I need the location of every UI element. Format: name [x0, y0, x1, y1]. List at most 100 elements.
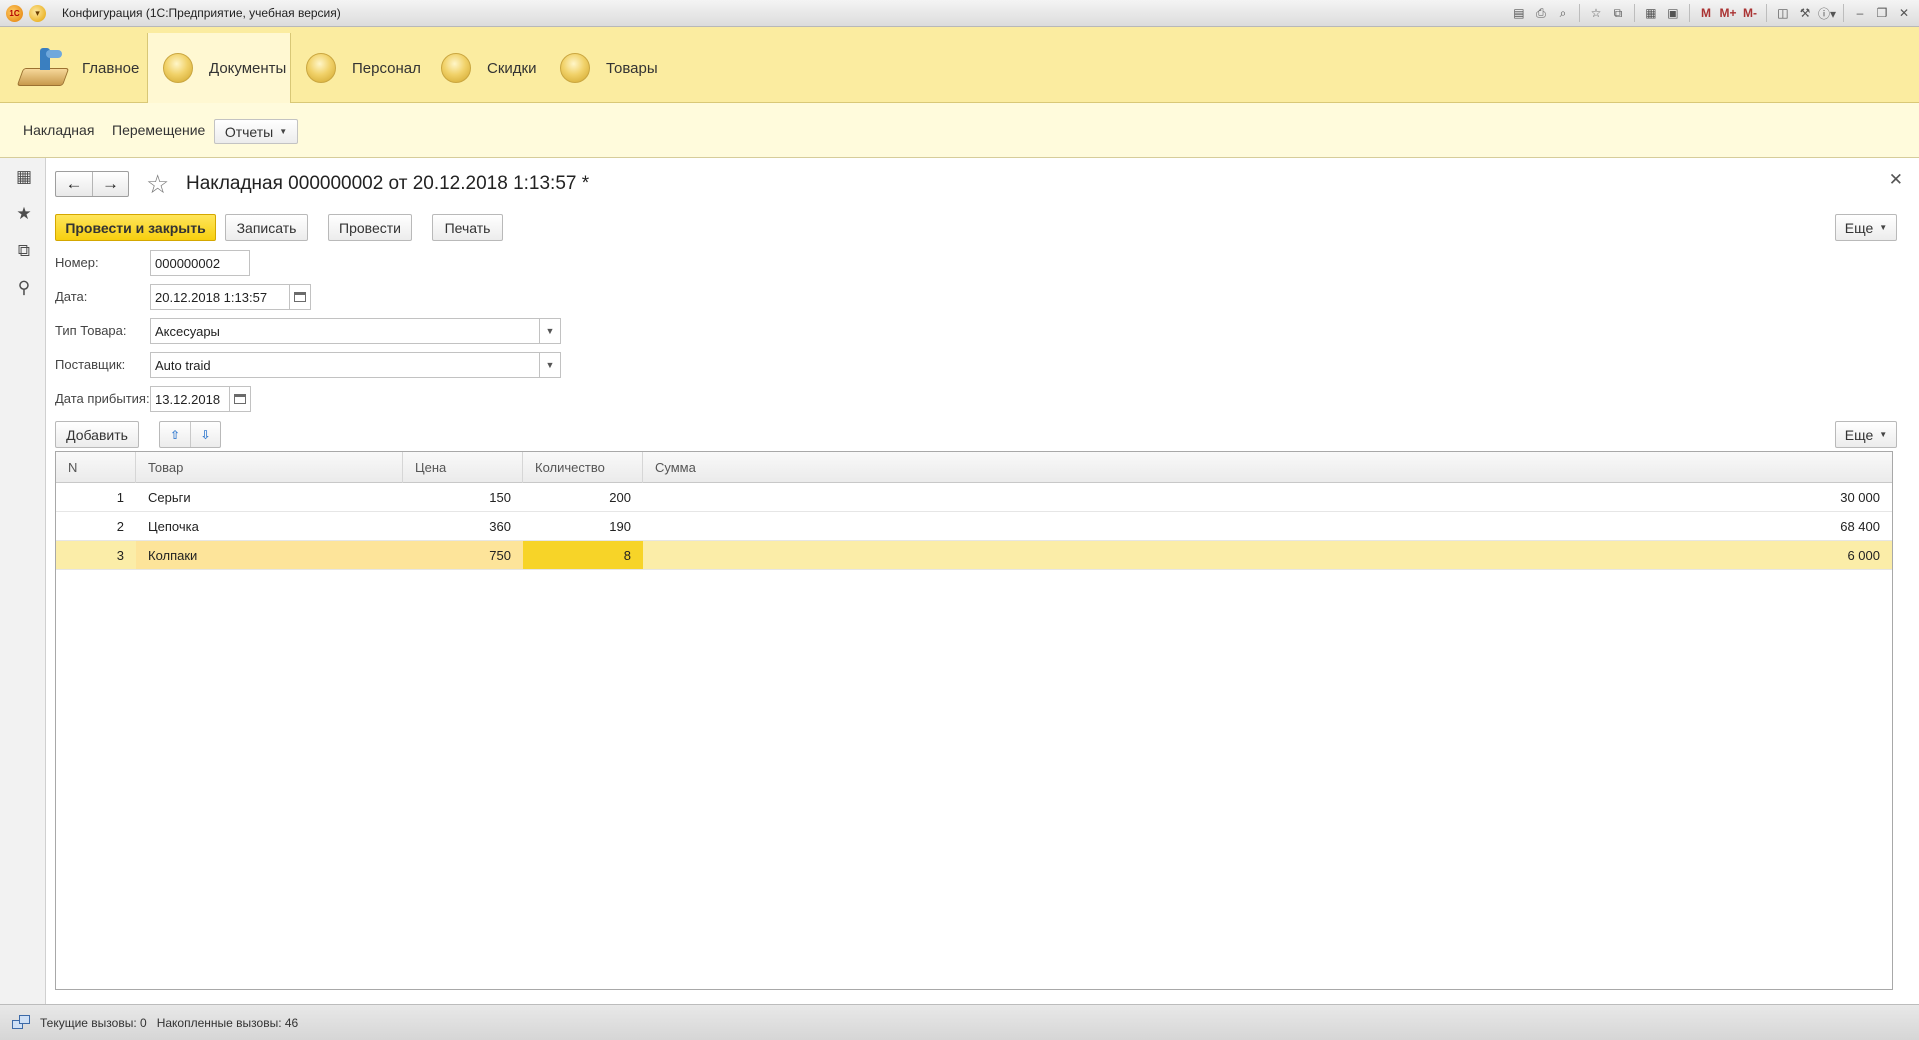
section-label: Документы	[209, 59, 287, 77]
app-logo-icon: 1С	[6, 4, 23, 22]
move-up-icon[interactable]: ⇧	[160, 422, 190, 447]
calendar-picker-button[interactable]	[289, 284, 311, 310]
product-type-dropdown-button[interactable]: ▼	[539, 318, 561, 344]
calendar-icon	[234, 394, 246, 404]
number-field[interactable]: 000000002	[150, 250, 250, 276]
post-and-close-button[interactable]: Провести и закрыть	[55, 214, 216, 241]
cell-sum: 68 400	[1840, 518, 1880, 534]
calendar-icon	[294, 292, 306, 302]
calendar-icon[interactable]: ▣	[1664, 3, 1682, 23]
preview-icon[interactable]: ⌕	[1554, 3, 1572, 23]
server-calls-icon[interactable]	[12, 1014, 32, 1032]
tools-icon[interactable]: ⚒	[1796, 3, 1814, 23]
chevron-down-icon: ▼	[279, 127, 288, 136]
move-down-icon[interactable]: ⇩	[190, 422, 220, 447]
table-row[interactable]: 1 Серьги 150 200 30 000	[56, 483, 1892, 512]
cell-price[interactable]: 150	[403, 483, 523, 511]
chevron-down-icon: ▼	[1879, 223, 1888, 232]
panels-icon[interactable]: ◫	[1774, 3, 1792, 23]
window-titlebar: 1С ▾ Конфигурация (1С:Предприятие, учебн…	[0, 0, 1919, 27]
search-icon[interactable]: ⚲	[14, 278, 34, 298]
table-more-button[interactable]: Еще ▼	[1835, 421, 1897, 448]
close-form-icon[interactable]: ✕	[1889, 170, 1903, 190]
table-row-selected[interactable]: 3 Колпаки 750 8 6 000	[56, 541, 1892, 570]
goods-table[interactable]: N Товар Цена Количество Сумма 1 Серьги 1…	[55, 451, 1893, 990]
back-arrow-icon[interactable]: ←	[56, 172, 92, 196]
cell-item[interactable]: Цепочка	[136, 512, 403, 540]
toolbar-divider	[1765, 4, 1767, 22]
memory-button[interactable]: M	[1697, 3, 1715, 23]
save-icon[interactable]: ▤	[1510, 3, 1528, 23]
cell-sum: 6 000	[1847, 547, 1880, 563]
section-label: Персонал	[352, 59, 421, 77]
cell-quantity[interactable]: 190	[523, 512, 643, 540]
cell-item[interactable]: Серьги	[136, 483, 403, 511]
cell-item[interactable]: Колпаки	[136, 541, 403, 569]
print-icon[interactable]: ⎙	[1532, 3, 1550, 23]
link-icon[interactable]: ⧉	[1609, 3, 1627, 23]
table-row[interactable]: 2 Цепочка 360 190 68 400	[56, 512, 1892, 541]
supplier-field[interactable]: Auto traid	[150, 352, 546, 378]
calculator-icon[interactable]: ▦	[1642, 3, 1660, 23]
cell-n: 3	[116, 547, 124, 563]
cell-quantity-current[interactable]: 8	[523, 541, 643, 569]
history-icon[interactable]: ⧉	[14, 241, 34, 261]
section-documents[interactable]: Документы	[147, 33, 291, 103]
cell-quantity[interactable]: 200	[523, 483, 643, 511]
section-orb-icon	[560, 53, 590, 83]
reports-label: Отчеты	[224, 123, 274, 140]
column-header-quantity[interactable]: Количество	[523, 452, 643, 483]
favorites-add-icon[interactable]: ☆	[1587, 3, 1605, 23]
section-personnel[interactable]: Персонал	[306, 33, 421, 103]
toolbar-divider	[1633, 4, 1635, 22]
cell-n: 1	[116, 489, 124, 505]
main-menu-icon[interactable]: ▾	[29, 4, 46, 22]
favorites-star-icon[interactable]: ★	[14, 204, 34, 224]
section-discounts[interactable]: Скидки	[441, 33, 536, 103]
column-header-item[interactable]: Товар	[136, 452, 403, 483]
chevron-down-icon: ▼	[545, 326, 555, 336]
post-button[interactable]: Провести	[328, 214, 412, 241]
favorite-star-icon[interactable]: ☆	[146, 171, 169, 197]
form-title: Накладная 000000002 от 20.12.2018 1:13:5…	[186, 173, 590, 194]
section-orb-icon	[163, 53, 193, 83]
more-button[interactable]: Еще ▼	[1835, 214, 1897, 241]
column-header-n[interactable]: N	[56, 452, 136, 483]
column-header-price[interactable]: Цена	[403, 452, 523, 483]
arrival-date-label: Дата прибытия:	[55, 391, 150, 406]
close-window-icon[interactable]: ✕	[1895, 3, 1913, 23]
print-button[interactable]: Печать	[432, 214, 503, 241]
section-main[interactable]: Главное	[16, 33, 146, 103]
arrival-date-field[interactable]: 13.12.2018	[150, 386, 232, 412]
all-functions-grid-icon[interactable]: ▦	[14, 167, 34, 187]
document-form: ← → ☆ Накладная 000000002 от 20.12.2018 …	[46, 158, 1919, 1004]
forward-arrow-icon[interactable]: →	[91, 172, 128, 196]
table-header: N Товар Цена Количество Сумма	[56, 452, 1892, 483]
cell-n: 2	[116, 518, 124, 534]
memory-plus-button[interactable]: M+	[1719, 3, 1737, 23]
number-label: Номер:	[55, 255, 99, 270]
nav-link-transfer[interactable]: Перемещение	[112, 122, 205, 138]
nav-link-invoice[interactable]: Накладная	[23, 122, 94, 138]
column-header-sum[interactable]: Сумма	[643, 452, 1892, 483]
cell-price[interactable]: 750	[403, 541, 523, 569]
sections-panel: Главное Документы Персонал Скидки Товары	[0, 27, 1919, 103]
chevron-down-icon: ▼	[545, 360, 555, 370]
supplier-dropdown-button[interactable]: ▼	[539, 352, 561, 378]
restore-icon[interactable]: ❐	[1873, 3, 1891, 23]
section-goods[interactable]: Товары	[560, 33, 658, 103]
reports-dropdown-button[interactable]: Отчеты ▼	[214, 119, 298, 144]
memory-minus-button[interactable]: M-	[1741, 3, 1759, 23]
minimize-icon[interactable]: –	[1851, 3, 1869, 23]
save-button[interactable]: Записать	[225, 214, 308, 241]
cell-price[interactable]: 360	[403, 512, 523, 540]
arrival-calendar-button[interactable]	[229, 386, 251, 412]
add-row-button[interactable]: Добавить	[55, 421, 139, 448]
history-nav-group: ← →	[55, 171, 129, 197]
toolbar-divider	[1843, 4, 1844, 22]
date-label: Дата:	[55, 289, 88, 304]
date-field[interactable]: 20.12.2018 1:13:57	[150, 284, 290, 310]
info-icon[interactable]: ⓘ▾	[1818, 3, 1836, 23]
product-type-field[interactable]: Аксесуары	[150, 318, 546, 344]
toolbar-divider	[1688, 4, 1690, 22]
